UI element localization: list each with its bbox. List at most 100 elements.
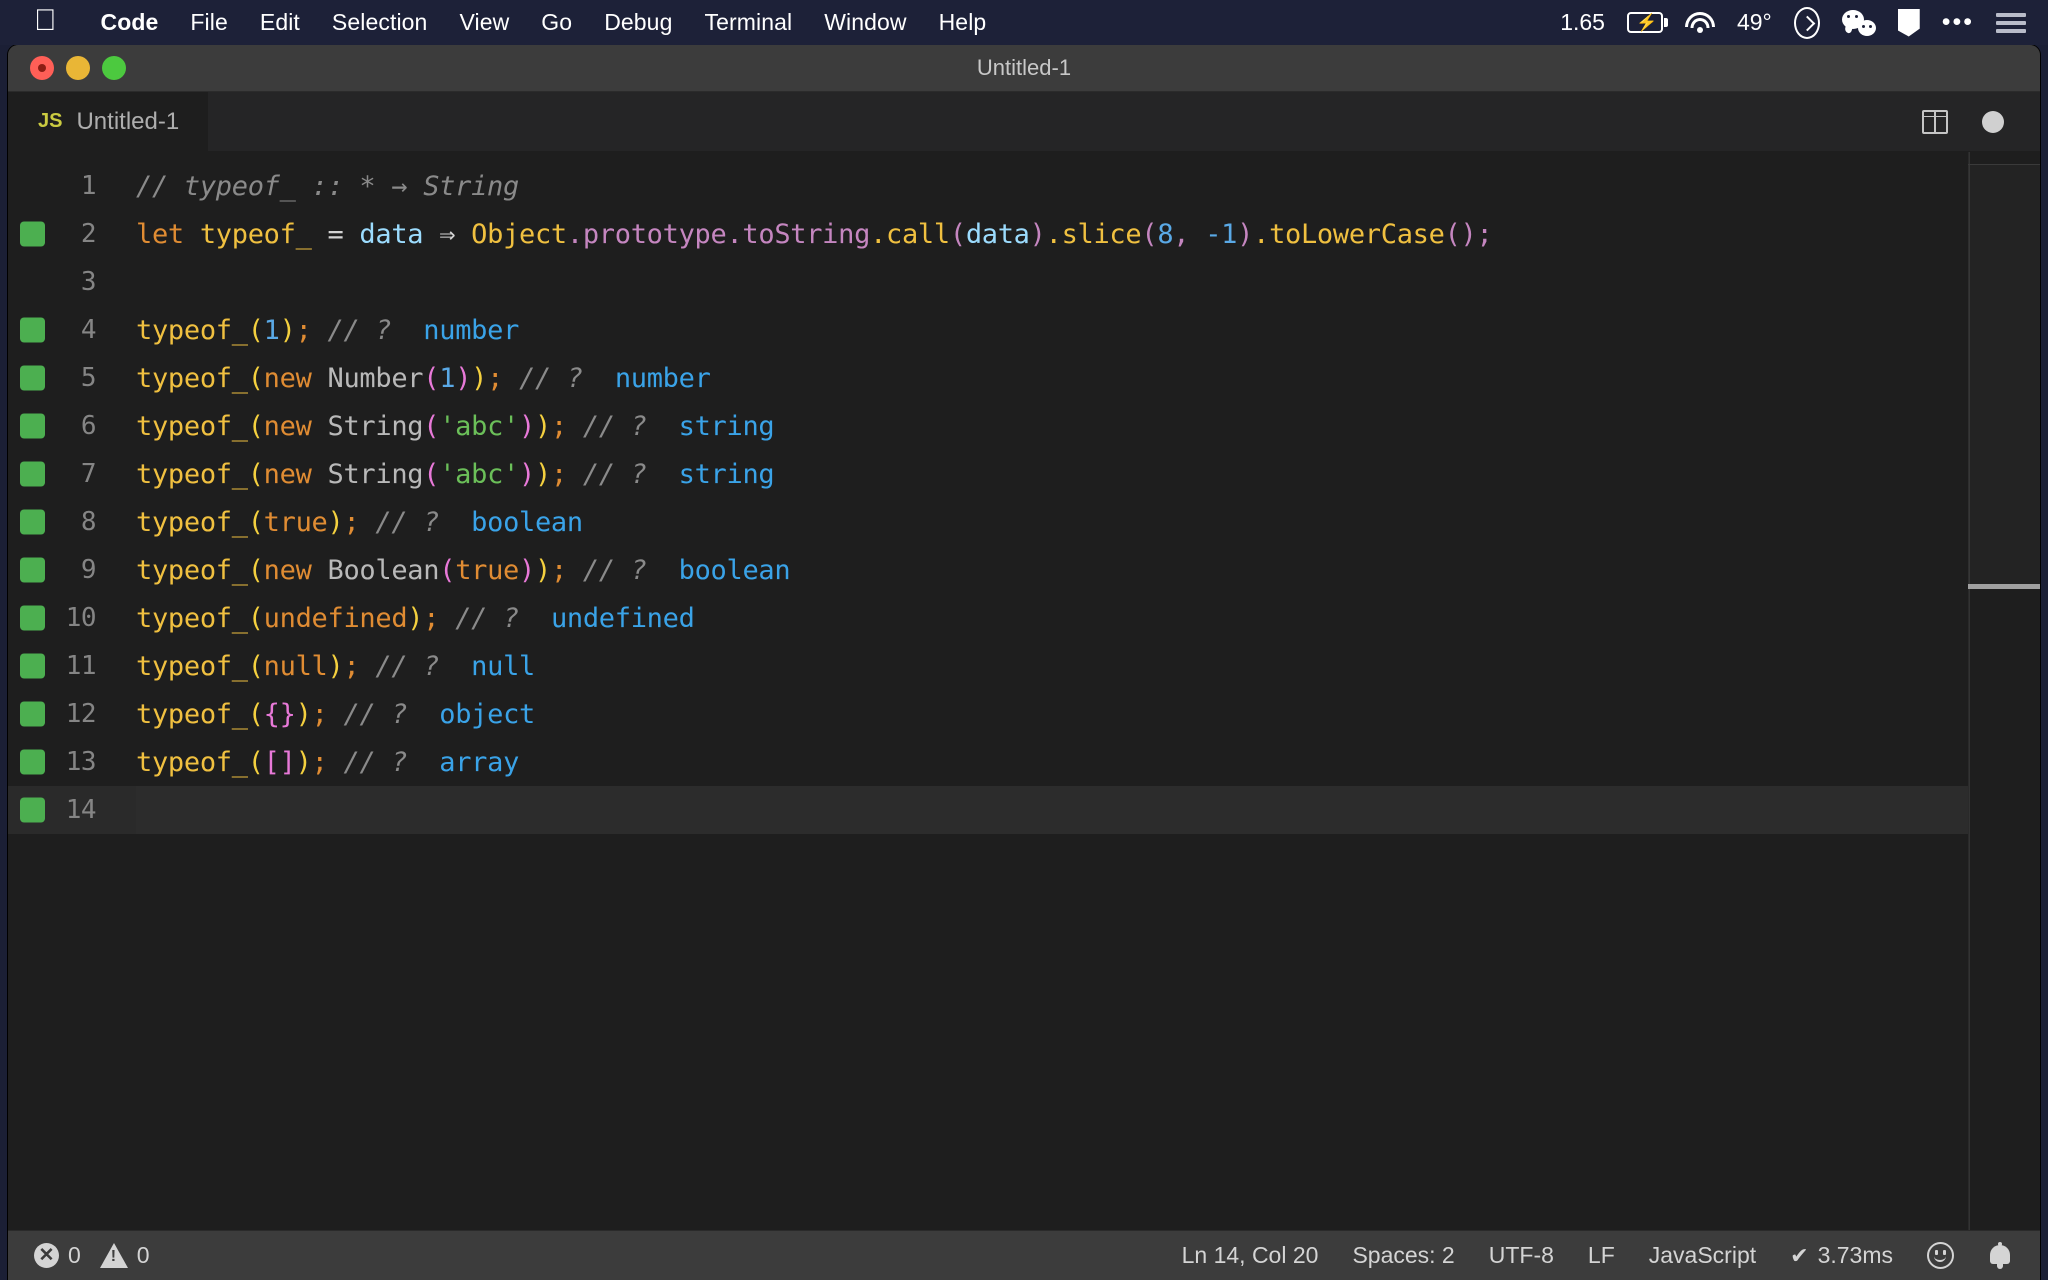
code-token: ): [296, 747, 312, 778]
encoding-setting[interactable]: UTF-8: [1489, 1242, 1554, 1269]
code-line[interactable]: 4typeof_(1); // ? number: [8, 306, 2040, 354]
code-token: (: [423, 459, 439, 490]
code-token: [312, 315, 328, 346]
tab-untitled-1[interactable]: JS Untitled-1: [8, 92, 208, 151]
code-token: // ?: [328, 315, 392, 346]
code-token: [312, 411, 328, 442]
code-token: ): [519, 555, 535, 586]
menu-file[interactable]: File: [174, 9, 243, 36]
code-line[interactable]: 2let typeof_ = data ⇒ Object.prototype.t…: [8, 210, 2040, 258]
code-token: typeof_: [136, 363, 248, 394]
code-token: [391, 315, 423, 346]
code-line[interactable]: 5typeof_(new Number(1)); // ? number: [8, 354, 2040, 402]
window-title: Untitled-1: [8, 55, 2040, 81]
coverage-marker: [20, 606, 45, 631]
quokka-runtime[interactable]: ✔ 3.73ms: [1790, 1242, 1893, 1269]
code-line[interactable]: 7typeof_(new String('abc')); // ? string: [8, 450, 2040, 498]
code-token: [328, 747, 344, 778]
code-token: [647, 459, 679, 490]
menu-terminal[interactable]: Terminal: [688, 9, 808, 36]
coverage-marker: [20, 702, 45, 727]
menu-code[interactable]: Code: [85, 9, 175, 36]
battery-charging-icon[interactable]: ⚡: [1627, 12, 1663, 33]
vscode-window: Untitled-1 JS Untitled-1 1// typeof_ :: …: [8, 45, 2040, 1280]
code-editor[interactable]: 1// typeof_ :: * → String2let typeof_ = …: [8, 152, 2040, 1230]
code-token: (: [248, 699, 264, 730]
menu-help[interactable]: Help: [923, 9, 1003, 36]
code-text: typeof_(new String('abc')); // ? string: [118, 459, 774, 490]
code-token: [519, 603, 551, 634]
code-line[interactable]: 10typeof_(undefined); // ? undefined: [8, 594, 2040, 642]
code-text: typeof_(null); // ? null: [118, 651, 535, 682]
cursor-position[interactable]: Ln 14, Col 20: [1182, 1242, 1319, 1269]
code-token: [359, 651, 375, 682]
minimap-scrollbar[interactable]: [1968, 152, 2040, 1230]
code-token: 1: [264, 315, 280, 346]
code-token: typeof_: [136, 411, 248, 442]
code-text: // typeof_ :: * → String: [118, 171, 519, 202]
menu-edit[interactable]: Edit: [244, 9, 316, 36]
wifi-icon[interactable]: [1685, 12, 1715, 34]
code-token: ): [471, 363, 487, 394]
flag-icon[interactable]: [1898, 9, 1920, 37]
code-token: [647, 555, 679, 586]
code-token: Boolean: [328, 555, 440, 586]
code-token: {}: [264, 699, 296, 730]
code-token: // ?: [455, 603, 519, 634]
code-token: array: [439, 747, 519, 778]
code-token: ;: [343, 651, 359, 682]
indentation-setting[interactable]: Spaces: 2: [1352, 1242, 1454, 1269]
menu-view[interactable]: View: [443, 9, 525, 36]
language-mode[interactable]: JavaScript: [1649, 1242, 1756, 1269]
code-token: typeof_: [136, 315, 248, 346]
menubar-status-items: 1.65 ⚡ 49° •••: [1560, 0, 2048, 45]
system-load-indicator[interactable]: 1.65: [1560, 9, 1605, 36]
unsaved-indicator-icon[interactable]: [1982, 111, 2004, 133]
code-line[interactable]: 11typeof_(null); // ? null: [8, 642, 2040, 690]
code-text: typeof_(new Number(1)); // ? number: [118, 363, 711, 394]
eol-setting[interactable]: LF: [1588, 1242, 1615, 1269]
code-line[interactable]: 6typeof_(new String('abc')); // ? string: [8, 402, 2040, 450]
code-token: object: [439, 699, 535, 730]
code-token: .toString: [726, 219, 870, 250]
temperature-indicator[interactable]: 49°: [1737, 9, 1772, 36]
menu-debug[interactable]: Debug: [588, 9, 688, 36]
code-text: typeof_([]); // ? array: [118, 747, 519, 778]
code-token: boolean: [471, 507, 583, 538]
warning-icon: [100, 1243, 128, 1268]
code-token: ): [455, 363, 471, 394]
minimap-slider[interactable]: [1968, 164, 2040, 584]
code-line[interactable]: 3: [8, 258, 2040, 306]
list-icon[interactable]: [1996, 13, 2026, 33]
code-token: ): [1030, 219, 1046, 250]
code-token: ): [328, 651, 344, 682]
smiley-icon[interactable]: [1927, 1242, 1954, 1269]
code-token: ): [296, 699, 312, 730]
code-line[interactable]: 12typeof_({}); // ? object: [8, 690, 2040, 738]
code-text: typeof_(1); // ? number: [118, 315, 519, 346]
code-token: 'abc': [439, 459, 519, 490]
wechat-icon[interactable]: [1842, 10, 1876, 36]
split-editor-icon[interactable]: [1922, 110, 1948, 134]
code-line[interactable]: 13typeof_([]); // ? array: [8, 738, 2040, 786]
code-token: undefined: [551, 603, 695, 634]
editor-actions: [1922, 92, 2040, 151]
current-line-highlight: [136, 786, 2040, 834]
menu-window[interactable]: Window: [808, 9, 922, 36]
menu-go[interactable]: Go: [525, 9, 588, 36]
code-token: (: [1141, 219, 1157, 250]
code-token: typeof_: [136, 555, 248, 586]
problems-indicator[interactable]: ✕ 0 0: [34, 1242, 150, 1269]
code-line[interactable]: 1// typeof_ :: * → String: [8, 162, 2040, 210]
apple-logo-icon[interactable]: : [34, 6, 57, 36]
code-line[interactable]: 14typeof_(()⇒{}); // ? function: [8, 786, 2040, 834]
circle-arrow-icon[interactable]: [1794, 7, 1820, 39]
code-token: let: [136, 219, 184, 250]
menu-selection[interactable]: Selection: [316, 9, 444, 36]
code-token: [184, 219, 200, 250]
code-line[interactable]: 8typeof_(true); // ? boolean: [8, 498, 2040, 546]
code-line[interactable]: 9typeof_(new Boolean(true)); // ? boolea…: [8, 546, 2040, 594]
bell-icon[interactable]: [1988, 1242, 2012, 1270]
more-icon[interactable]: •••: [1942, 10, 1974, 35]
code-token: [567, 411, 583, 442]
